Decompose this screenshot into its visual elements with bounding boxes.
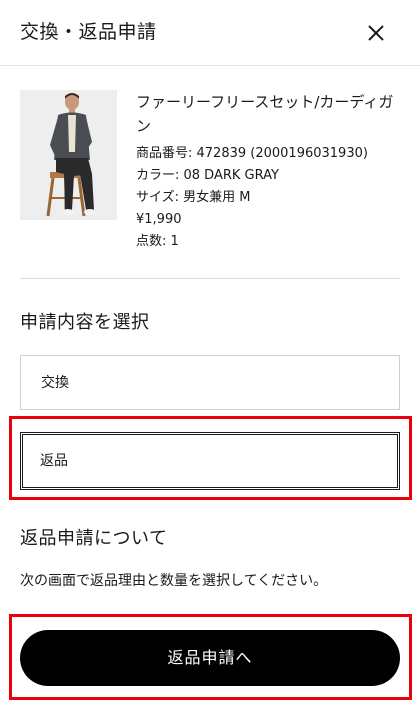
product-name: ファーリーフリースセット/カーディガン [136,93,394,135]
return-request-button[interactable]: 返品申請へ [20,630,400,686]
product-color: カラー: 08 DARK GRAY [136,168,279,183]
product-quantity: 点数: 1 [136,234,179,249]
section-divider [20,278,400,279]
product-image [20,90,117,220]
product-photo-icon [20,90,117,220]
option-return-label: 返品 [40,453,68,469]
option-exchange-label: 交換 [41,375,69,391]
page-header: 交換・返品申請 [0,0,420,66]
return-info-text: 次の画面で返品理由と数量を選択してください。 [20,573,328,589]
close-button[interactable] [360,17,392,49]
option-exchange[interactable]: 交換 [20,355,400,410]
request-type-heading: 申請内容を選択 [20,312,150,333]
close-icon [368,25,384,41]
page-title: 交換・返品申請 [20,21,157,43]
return-info-heading: 返品申請について [20,528,168,549]
option-return[interactable]: 返品 [20,432,400,490]
product-code: 商品番号: 472839 (2000196031930) [136,146,368,161]
product-price: ¥1,990 [136,212,182,227]
product-size: サイズ: 男女兼用 M [136,190,251,205]
